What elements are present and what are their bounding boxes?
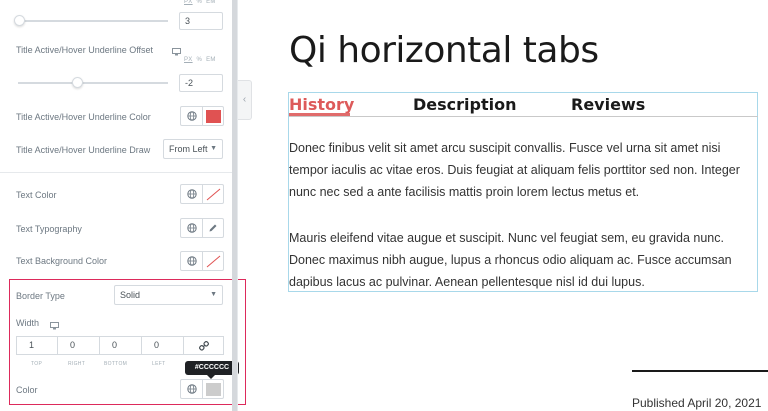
text-typography-control [180,218,224,238]
unit-px[interactable]: PX [184,0,193,5]
globe-icon[interactable] [181,252,202,270]
offset-value-input[interactable]: -2 [179,74,223,92]
collapse-panel-button[interactable]: ‹ [238,80,252,120]
unit-percent[interactable]: % [197,57,203,63]
text-bg-color-control [180,251,224,271]
tab-description[interactable]: Description [413,95,516,114]
tab-content-paragraph: Mauris eleifend vitae augue et suscipit.… [289,231,732,289]
underline-color-label: Title Active/Hover Underline Color [16,112,151,122]
published-date: Published April 20, 2021 [632,396,762,410]
empty-color-swatch-icon[interactable] [202,185,223,203]
top-slider-handle[interactable] [14,15,25,26]
unit-percent[interactable]: % [197,0,203,5]
unit-em[interactable]: EM [206,0,216,5]
text-bg-color-label: Text Background Color [16,256,108,266]
offset-slider-handle[interactable] [72,77,83,88]
page-title: Qi horizontal tabs [289,30,599,71]
globe-icon[interactable] [181,107,202,125]
section-divider [0,172,232,173]
top-slider-track[interactable] [18,20,168,22]
footer-divider [632,370,768,372]
underline-offset-label: Title Active/Hover Underline Offset [16,45,154,55]
panel-edge [237,0,238,411]
unit-selector-top[interactable]: PX % EM [184,0,216,5]
chevron-left-icon: ‹ [242,94,247,105]
text-typography-label: Text Typography [16,224,82,234]
tab-history[interactable]: History [289,95,354,114]
text-color-control [180,184,224,204]
chevron-down-icon: ▼ [210,145,217,152]
text-color-label: Text Color [16,190,57,200]
underline-color-swatch[interactable] [202,107,223,125]
globe-icon[interactable] [181,185,202,203]
underline-color-control [180,106,224,126]
tabs-divider [289,116,758,117]
empty-color-swatch-icon[interactable] [202,252,223,270]
tab-content-paragraph: Donec finibus velit sit amet arcu suscip… [289,141,740,199]
unit-selector-offset[interactable]: PX % EM [184,57,216,63]
pencil-icon[interactable] [202,219,223,237]
underline-draw-value: From Left [169,144,208,154]
globe-icon[interactable] [181,219,202,237]
top-value-input[interactable]: 3 [179,12,223,30]
unit-px[interactable]: PX [184,57,193,63]
underline-draw-select[interactable]: From Left ▼ [163,139,223,159]
unit-em[interactable]: EM [206,57,216,63]
tab-reviews[interactable]: Reviews [571,95,645,114]
highlight-frame [9,279,246,405]
color-tooltip: #CCCCCC [185,361,239,379]
offset-slider-track[interactable] [18,82,168,84]
underline-draw-label: Title Active/Hover Underline Draw [16,145,151,155]
responsive-desktop-icon[interactable] [172,43,181,61]
